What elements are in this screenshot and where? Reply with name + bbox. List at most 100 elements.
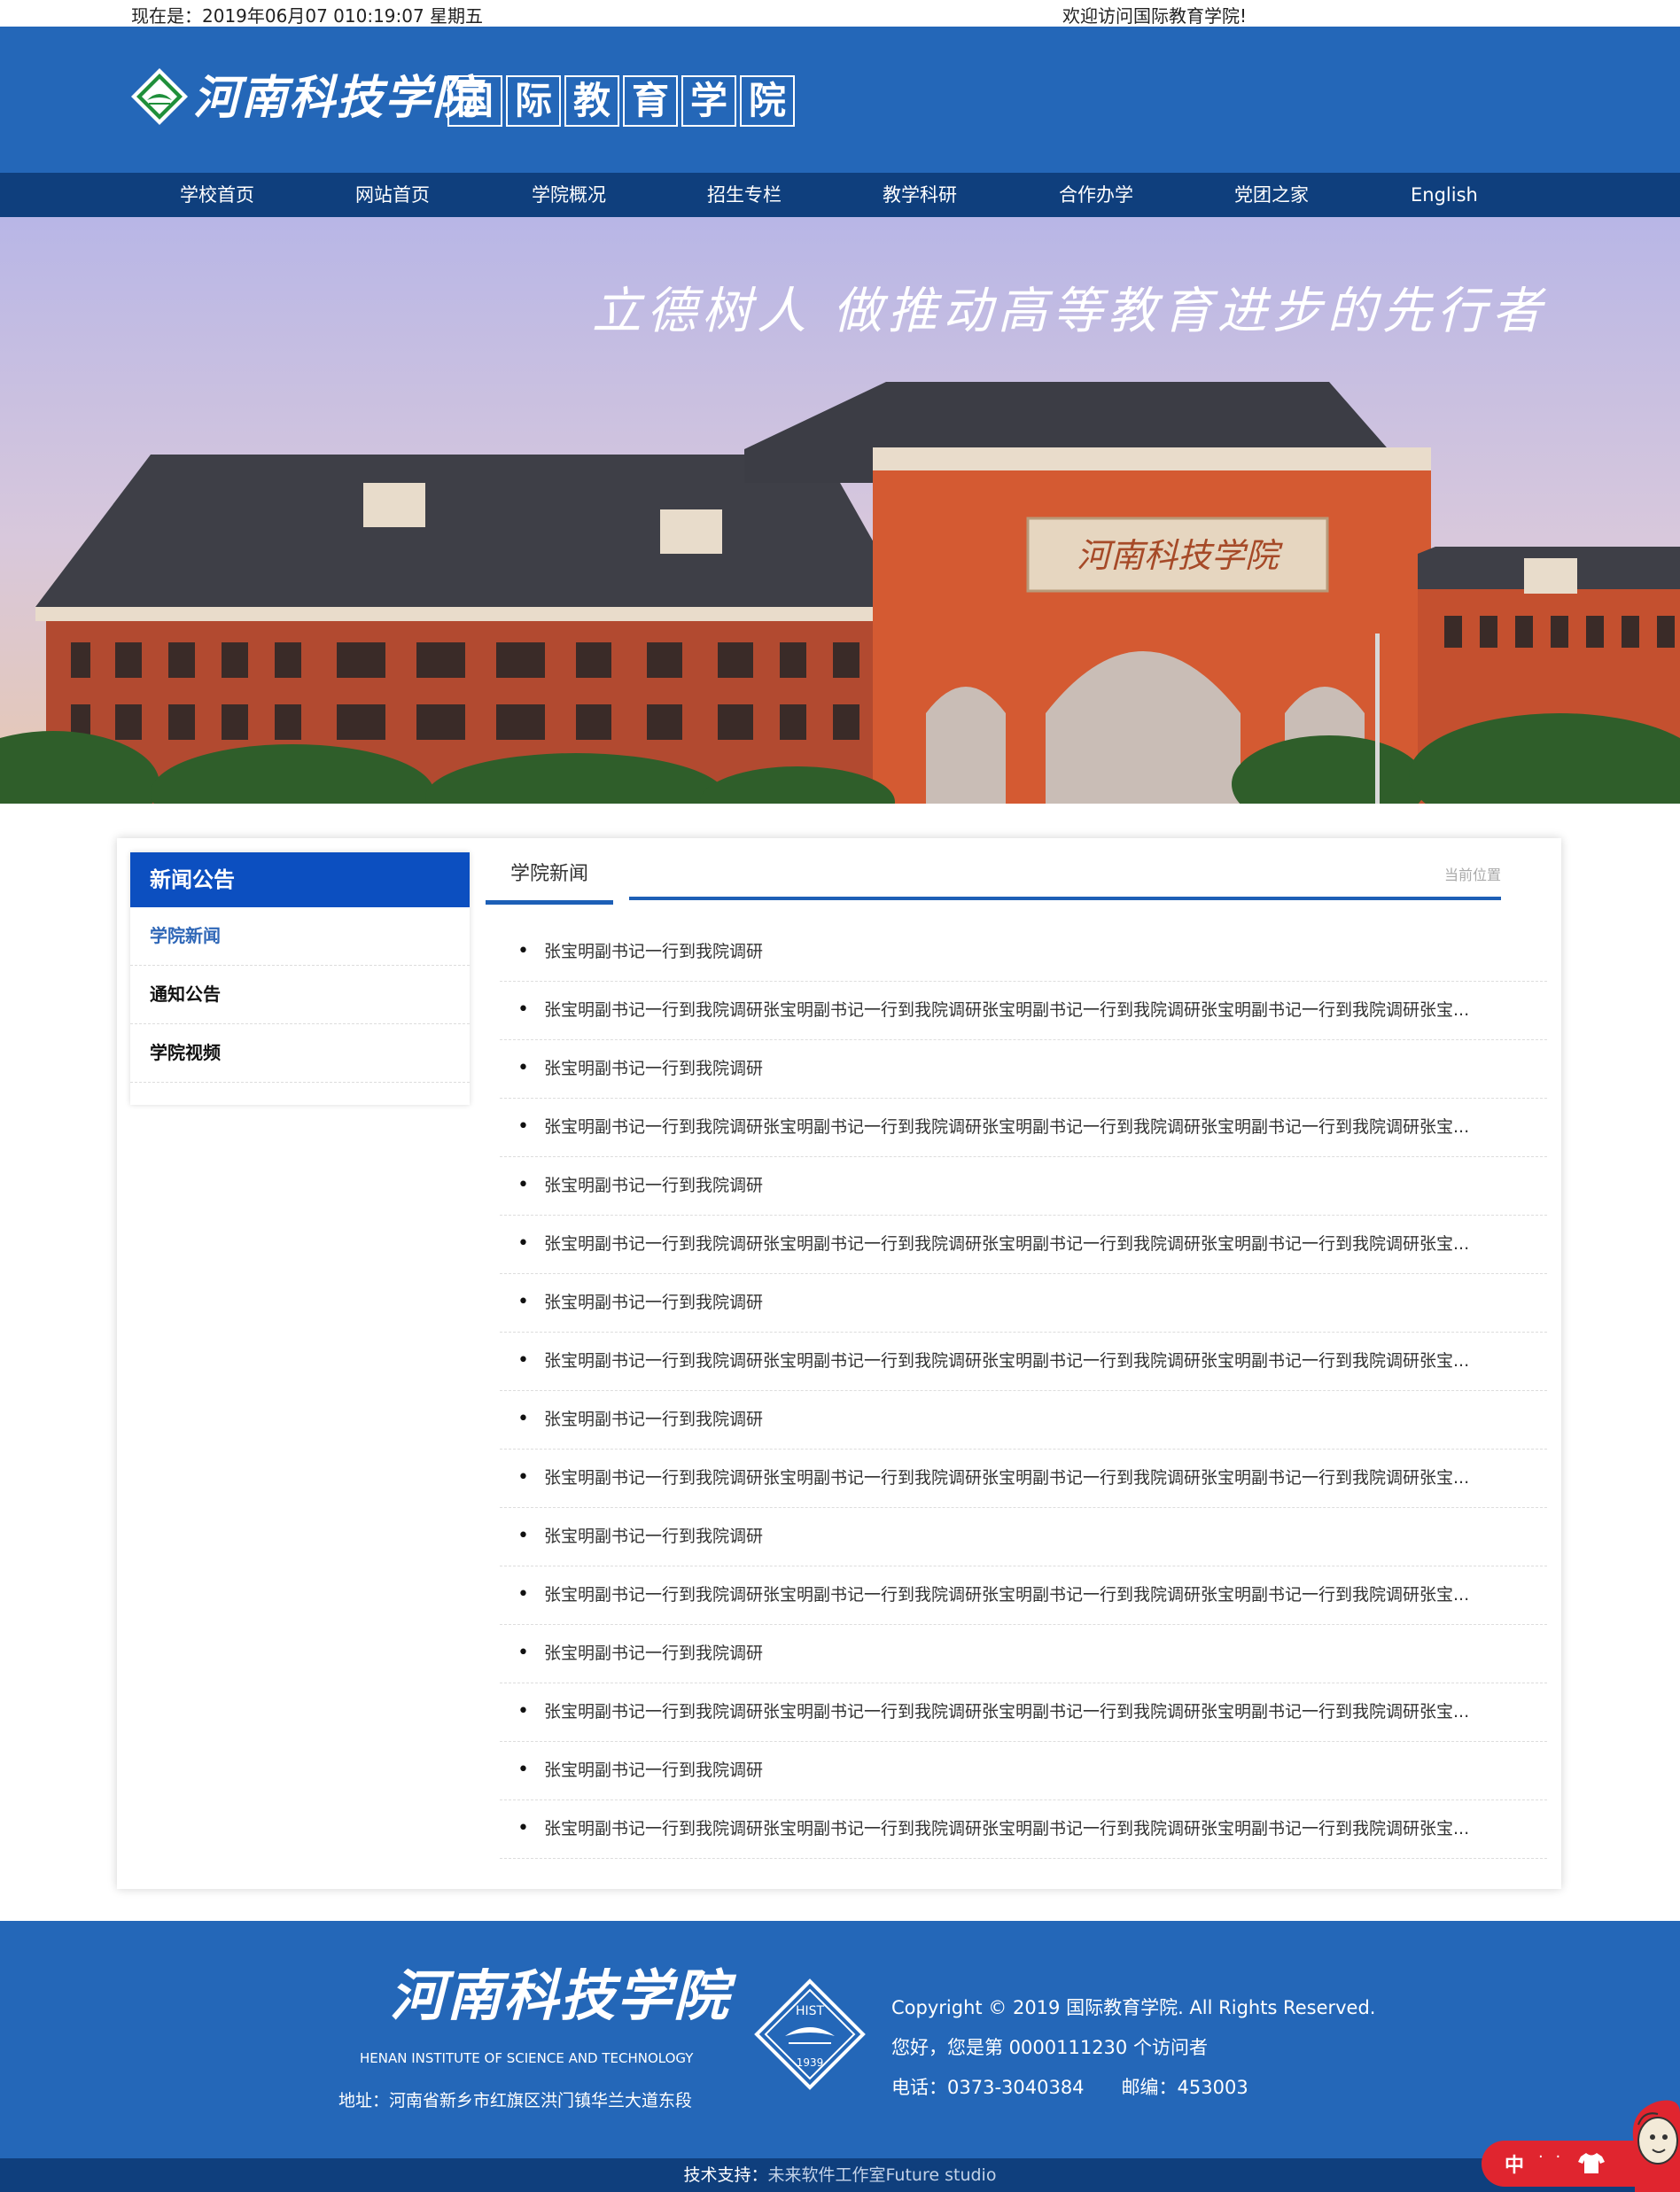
news-title-link[interactable]: 张宝明副书记一行到我院调研 [544,1391,1521,1448]
welcome-text: 欢迎访问国际教育学院! [1062,5,1248,27]
main-nav: 学校首页 网站首页 学院概况 招生专栏 教学科研 合作办学 党团之家 Engli… [0,173,1680,217]
language-chinese[interactable]: 中 [1505,2149,1524,2178]
footer-school-name: 河南科技学院 [390,1963,731,2028]
emblem-year: 1939 [797,2056,824,2069]
bullet-icon: • [517,1817,529,1839]
college-name-char: 教 [564,75,619,127]
news-panel-header: 学院新闻 当前位置 [486,852,1540,906]
bullet-icon: • [517,999,529,1021]
nav-item-site-home[interactable]: 网站首页 [355,173,430,217]
news-list-item[interactable]: • 张宝明副书记一行到我院调研 [500,1040,1547,1099]
banner-slogan: 立德树人 做推动高等教育进步的先行者 [592,283,1547,340]
nav-item-research[interactable]: 教学科研 [883,173,957,217]
news-title-link[interactable]: 张宝明副书记一行到我院调研张宝明副书记一行到我院调研张宝明副书记一行到我院调研张… [544,1566,1521,1623]
school-emblem-icon: HIST 1939 [754,1978,866,2090]
mascot-icon[interactable] [1608,2095,1680,2192]
sidebar-item-college-news[interactable]: 学院新闻 [130,907,470,966]
school-logo-icon[interactable] [129,66,190,127]
bullet-icon: • [517,1232,529,1255]
college-name-char: 育 [623,75,678,127]
news-list-item[interactable]: • 张宝明副书记一行到我院调研张宝明副书记一行到我院调研张宝明副书记一行到我院调研… [500,1683,1547,1742]
news-title-link[interactable]: 张宝明副书记一行到我院调研张宝明副书记一行到我院调研张宝明副书记一行到我院调研张… [544,1800,1521,1857]
college-name-char: 际 [506,75,561,127]
footer-info: Copyright © 2019 国际教育学院. All Rights Rese… [891,1988,1375,2108]
news-list-item[interactable]: • 张宝明副书记一行到我院调研 [500,1274,1547,1333]
nav-item-english[interactable]: English [1411,173,1478,217]
college-name-title[interactable]: 国 际 教 育 学 院 [447,75,795,127]
sidebar-title: 新闻公告 [130,852,470,907]
school-name-calligraphy[interactable]: 河南科技学院 [193,60,480,127]
bullet-icon: • [517,1642,529,1664]
tech-support-link[interactable]: 未来软件工作室Future studio [768,2165,997,2185]
sidebar-item-videos[interactable]: 学院视频 [130,1024,470,1083]
news-list-item[interactable]: • 张宝明副书记一行到我院调研张宝明副书记一行到我院调研张宝明副书记一行到我院调研… [500,1800,1547,1859]
footer-school-name-en: HENAN INSTITUTE OF SCIENCE AND TECHNOLOG… [360,2050,694,2066]
news-list-item[interactable]: • 张宝明副书记一行到我院调研张宝明副书记一行到我院调研张宝明副书记一行到我院调研… [500,982,1547,1040]
emblem-text: HIST [796,2004,825,2018]
bullet-icon: • [517,1408,529,1430]
visitor-count: 您好，您是第 0000111230 个访问者 [891,2037,1208,2058]
news-list-item[interactable]: • 张宝明副书记一行到我院调研 [500,1742,1547,1800]
news-title-link[interactable]: 张宝明副书记一行到我院调研 [544,1508,1521,1565]
news-title-link[interactable]: 张宝明副书记一行到我院调研张宝明副书记一行到我院调研张宝明副书记一行到我院调研张… [544,1099,1521,1155]
bullet-icon: • [517,1115,529,1138]
bullet-icon: • [517,1174,529,1196]
tech-support-label: 技术支持： [683,2165,768,2185]
news-list-item[interactable]: • 张宝明副书记一行到我院调研 [500,1508,1547,1566]
bullet-icon: • [517,1525,529,1547]
widget-dots: · · [1538,2148,1565,2166]
news-title-link[interactable]: 张宝明副书记一行到我院调研张宝明副书记一行到我院调研张宝明副书记一行到我院调研张… [544,1333,1521,1389]
campus-building-image: 河南科技学院 立德树人 做推动高等教育进步的先行者 [0,217,1680,804]
news-list-item[interactable]: • 张宝明副书记一行到我院调研张宝明副书记一行到我院调研张宝明副书记一行到我院调研… [500,1566,1547,1625]
bullet-icon: • [517,940,529,962]
news-title-link[interactable]: 张宝明副书记一行到我院调研 [544,923,1521,980]
bullet-icon: • [517,1291,529,1313]
nav-item-cooperation[interactable]: 合作办学 [1059,173,1133,217]
news-list-item[interactable]: • 张宝明副书记一行到我院调研 [500,923,1547,982]
news-list-item[interactable]: • 张宝明副书记一行到我院调研 [500,1391,1547,1450]
college-name-char: 院 [740,75,795,127]
nav-item-school-home[interactable]: 学校首页 [180,173,254,217]
bullet-icon: • [517,1349,529,1372]
sidebar: 新闻公告 学院新闻 通知公告 学院视频 [130,852,470,1105]
bullet-icon: • [517,1700,529,1722]
news-list-item[interactable]: • 张宝明副书记一行到我院调研张宝明副书记一行到我院调研张宝明副书记一行到我院调研… [500,1216,1547,1274]
copyright-text: Copyright © 2019 国际教育学院. All Rights Rese… [891,1997,1376,2018]
nav-item-admissions[interactable]: 招生专栏 [707,173,782,217]
tab-college-news[interactable]: 学院新闻 [486,852,614,905]
news-title-link[interactable]: 张宝明副书记一行到我院调研 [544,1742,1521,1799]
bullet-icon: • [517,1583,529,1605]
bullet-icon: • [517,1759,529,1781]
news-panel: 学院新闻 当前位置 • 张宝明副书记一行到我院调研 • 张宝明副书记一行到我院调研张宝… [486,852,1547,1859]
hero-banner: 河南科技学院 立德树人 做推动高等教育进步的先行者 [0,217,1680,804]
news-list-item[interactable]: • 张宝明副书记一行到我院调研张宝明副书记一行到我院调研张宝明副书记一行到我院调研… [500,1450,1547,1508]
building-sign: 河南科技学院 [1077,536,1283,575]
news-title-link[interactable]: 张宝明副书记一行到我院调研张宝明副书记一行到我院调研张宝明副书记一行到我院调研张… [544,1216,1521,1272]
header-divider [629,897,1501,900]
news-list-item[interactable]: • 张宝明副书记一行到我院调研 [500,1625,1547,1683]
news-title-link[interactable]: 张宝明副书记一行到我院调研 [544,1157,1521,1214]
nav-item-about[interactable]: 学院概况 [532,173,606,217]
news-title-link[interactable]: 张宝明副书记一行到我院调研张宝明副书记一行到我院调研张宝明副书记一行到我院调研张… [544,982,1521,1038]
footer-address: 地址：河南省新乡市红旗区洪门镇华兰大道东段 [338,2091,693,2110]
bullet-icon: • [517,1466,529,1489]
contact-info: 电话：0373-3040384 邮编：453003 [891,2077,1248,2098]
news-title-link[interactable]: 张宝明副书记一行到我院调研 [544,1625,1521,1682]
news-list-item[interactable]: • 张宝明副书记一行到我院调研张宝明副书记一行到我院调研张宝明副书记一行到我院调研… [500,1099,1547,1157]
tech-support-bar: 技术支持：未来软件工作室Future studio [0,2158,1680,2192]
site-header: 河南科技学院 国 际 教 育 学 院 [0,27,1680,173]
sidebar-item-notices[interactable]: 通知公告 [130,966,470,1024]
site-footer: 河南科技学院 HENAN INSTITUTE OF SCIENCE AND TE… [0,1921,1680,2158]
news-title-link[interactable]: 张宝明副书记一行到我院调研 [544,1040,1521,1097]
college-name-char: 学 [681,75,736,127]
nav-item-party[interactable]: 党团之家 [1234,173,1309,217]
current-location: 当前位置 [1443,867,1501,883]
news-title-link[interactable]: 张宝明副书记一行到我院调研张宝明副书记一行到我院调研张宝明副书记一行到我院调研张… [544,1450,1521,1506]
news-title-link[interactable]: 张宝明副书记一行到我院调研 [544,1274,1521,1331]
top-info-bar: 现在是：2019年06月07 010:19:07 星期五 欢迎访问国际教育学院! [0,0,1680,27]
news-list-item[interactable]: • 张宝明副书记一行到我院调研张宝明副书记一行到我院调研张宝明副书记一行到我院调研… [500,1333,1547,1391]
current-datetime: 现在是：2019年06月07 010:19:07 星期五 [131,5,484,27]
news-list-item[interactable]: • 张宝明副书记一行到我院调研 [500,1157,1547,1216]
shirt-icon[interactable] [1577,2151,1606,2174]
news-title-link[interactable]: 张宝明副书记一行到我院调研张宝明副书记一行到我院调研张宝明副书记一行到我院调研张… [544,1683,1521,1740]
